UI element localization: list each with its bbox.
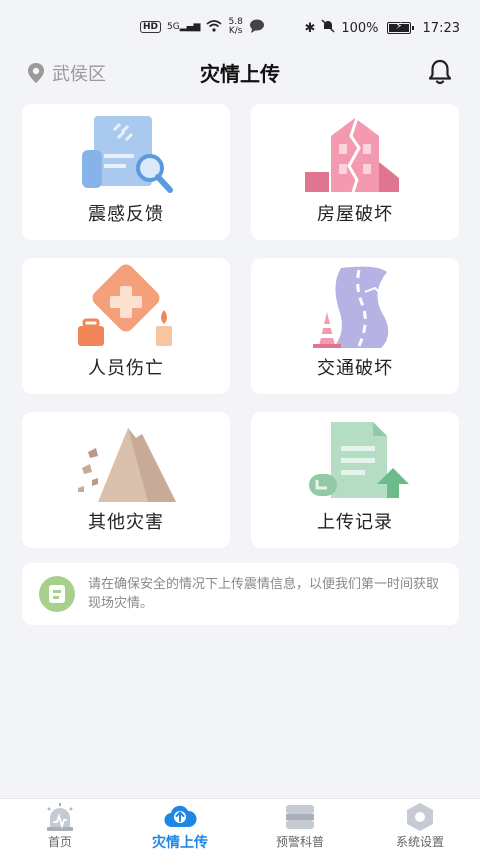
notice-icon xyxy=(39,576,75,612)
tab-disaster-upload[interactable]: 灾情上传 xyxy=(120,801,240,852)
chat-icon xyxy=(249,19,265,36)
landslide-icon xyxy=(78,428,176,502)
status-left-icons: HD 5G▂▄▆ 5.8 K/s xyxy=(140,18,265,36)
tab-system-settings[interactable]: 系统设置 xyxy=(360,802,480,850)
signal-icon: 5G▂▄▆ xyxy=(167,22,201,32)
hd-badge: HD xyxy=(140,21,162,33)
card-traffic-damage[interactable]: 交通破坏 xyxy=(251,258,459,394)
battery-percent: 100% xyxy=(341,20,379,36)
card-label: 人员伤亡 xyxy=(88,358,164,379)
settings-icon xyxy=(407,803,433,831)
tab-warning-science[interactable]: 预警科普 xyxy=(240,802,360,850)
net-speed: 5.8 K/s xyxy=(228,17,243,36)
card-label: 房屋破坏 xyxy=(317,204,393,225)
upload-document-icon xyxy=(309,422,409,498)
tab-label: 首页 xyxy=(47,835,72,849)
status-bar: HD 5G▂▄▆ 5.8 K/s ✱ 100% ⚡ 17:23 xyxy=(0,0,480,56)
cloud-upload-icon xyxy=(164,805,197,827)
location-pin-icon xyxy=(28,63,44,83)
bottom-tab-bar: 首页 灾情上传 预警科普 系统设置 xyxy=(0,798,480,853)
card-label: 交通破坏 xyxy=(317,358,393,379)
card-casualties[interactable]: 人员伤亡 xyxy=(22,258,230,394)
clock: 17:23 xyxy=(422,20,460,36)
card-felt-report[interactable]: 震感反馈 xyxy=(22,104,230,240)
cracked-road-icon xyxy=(313,266,389,348)
card-upload-records[interactable]: 上传记录 xyxy=(251,412,459,548)
battery-icon: ⚡ xyxy=(386,21,414,34)
tab-label: 灾情上传 xyxy=(152,834,208,851)
location-label: 武侯区 xyxy=(52,64,106,85)
status-right-icons: ✱ 100% ⚡ 17:23 xyxy=(304,19,460,37)
header: 武侯区 灾情上传 xyxy=(0,56,480,88)
tab-home[interactable]: 首页 xyxy=(0,802,120,850)
tab-label: 系统设置 xyxy=(395,835,444,849)
card-label: 上传记录 xyxy=(317,512,393,533)
card-other-disasters[interactable]: 其他灾害 xyxy=(22,412,230,548)
card-label: 震感反馈 xyxy=(88,204,164,225)
tab-label: 预警科普 xyxy=(275,835,324,849)
mute-bell-icon xyxy=(321,19,335,37)
card-label: 其他灾害 xyxy=(88,512,164,533)
book-icon xyxy=(286,805,314,829)
notification-bell-icon[interactable] xyxy=(426,58,454,86)
card-house-damage[interactable]: 房屋破坏 xyxy=(251,104,459,240)
first-aid-icon xyxy=(78,264,172,346)
notice-text: 请在确保安全的情况下上传震情信息，以便我们第一时间获取现场灾情。 xyxy=(88,577,440,611)
wifi-icon xyxy=(206,19,223,35)
safety-notice: 请在确保安全的情况下上传震情信息，以便我们第一时间获取现场灾情。 xyxy=(22,563,459,625)
cracked-building-icon xyxy=(305,117,399,193)
bluetooth-icon: ✱ xyxy=(304,20,316,36)
function-grid: 震感反馈 房屋破坏 人员伤亡 交通破坏 其他灾害 上传记录 xyxy=(22,104,459,548)
page-title: 灾情上传 xyxy=(200,61,280,86)
location-selector[interactable]: 武侯区 xyxy=(26,60,106,86)
alarm-icon xyxy=(47,803,73,831)
report-search-icon xyxy=(82,116,173,193)
